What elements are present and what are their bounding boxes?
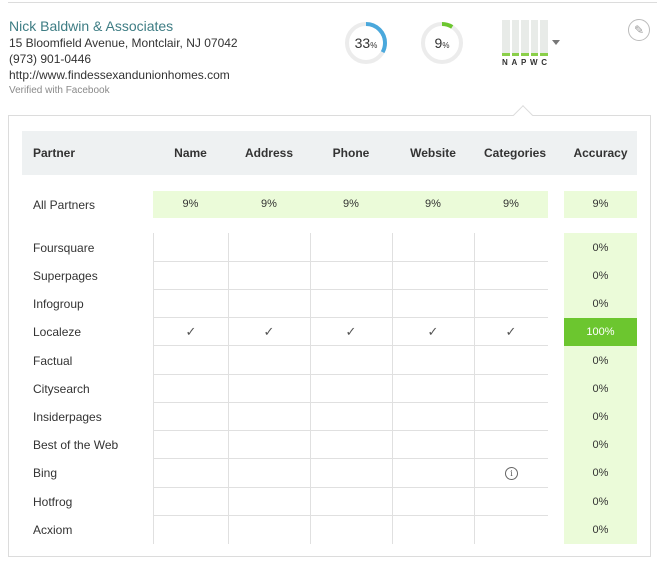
napwc-letters: N A P W C — [502, 58, 548, 67]
napwc-letter: W — [529, 58, 539, 67]
napwc-letter: P — [520, 58, 528, 67]
business-info: Nick Baldwin & Associates 15 Bloomfield … — [9, 17, 238, 98]
partner-factual: Factual — [33, 354, 73, 368]
grid-line — [474, 233, 475, 544]
partner-acxiom: Acxiom — [33, 523, 73, 537]
verified-label: Verified with Facebook — [9, 85, 110, 96]
grid-line — [392, 233, 393, 544]
accuracy-foursquare: 0% — [592, 242, 609, 254]
partner-localeze: Localeze — [33, 325, 82, 339]
all-partners-label: All Partners — [33, 198, 96, 212]
overall-score-ring: 33% — [344, 21, 388, 65]
grid-line — [310, 233, 311, 544]
business-name[interactable]: Nick Baldwin & Associates — [9, 17, 238, 35]
all-categories-value: 9% — [503, 198, 519, 210]
accuracy-insiderpages: 0% — [592, 411, 609, 423]
napwc-letter: A — [511, 58, 519, 67]
grid-line — [153, 289, 548, 290]
all-address-value: 9% — [261, 198, 277, 210]
partner-superpages: Superpages — [33, 269, 98, 283]
partner-hotfrog: Hotfrog — [33, 495, 73, 509]
grid-line — [153, 317, 548, 318]
header-website: Website — [410, 146, 456, 160]
grid-line — [228, 233, 229, 544]
grid-line — [153, 374, 548, 375]
partner-citysearch: Citysearch — [33, 382, 90, 396]
check-icon: ✓ — [427, 324, 439, 339]
partner-best-of-the-web: Best of the Web — [33, 438, 119, 452]
check-icon: ✓ — [505, 324, 517, 339]
grid-line — [153, 233, 154, 544]
accuracy-bing: 0% — [592, 467, 609, 479]
accuracy-citysearch: 0% — [592, 383, 609, 395]
all-accuracy-value: 9% — [592, 198, 609, 210]
grid-line — [153, 261, 548, 262]
accuracy-score-unit: % — [442, 40, 450, 50]
header-partner: Partner — [33, 146, 76, 160]
grid-line — [153, 402, 548, 403]
bar-chart-icon[interactable] — [502, 20, 548, 56]
pencil-icon[interactable]: ✎ — [628, 19, 650, 41]
napwc-letter: N — [502, 58, 509, 67]
all-website-value: 9% — [425, 198, 441, 210]
accuracy-best-of-the-web: 0% — [592, 439, 609, 451]
business-phone: (973) 901-0446 — [9, 52, 92, 66]
chevron-down-icon[interactable] — [552, 40, 560, 45]
napwc-letter: C — [541, 58, 548, 67]
grid-line — [153, 458, 548, 459]
info-icon[interactable]: i — [505, 467, 518, 480]
accuracy-acxiom: 0% — [592, 524, 609, 536]
grid-line — [153, 515, 548, 516]
accuracy-factual: 0% — [592, 355, 609, 367]
header-name: Name — [174, 146, 207, 160]
all-phone-value: 9% — [343, 198, 359, 210]
accuracy-score-ring: 9% — [420, 21, 464, 65]
partner-insiderpages: Insiderpages — [33, 410, 102, 424]
accuracy-infogroup: 0% — [592, 298, 609, 310]
accuracy-score-value: 9 — [434, 35, 443, 51]
grid-line — [153, 345, 548, 346]
check-icon: ✓ — [345, 324, 357, 339]
partner-bing: Bing — [33, 466, 58, 480]
all-name-value: 9% — [182, 198, 199, 210]
top-divider — [8, 2, 657, 3]
header-accuracy: Accuracy — [573, 146, 628, 160]
business-website[interactable]: http://www.findessexandunionhomes.com — [9, 67, 238, 83]
check-icon: ✓ — [263, 324, 275, 339]
overall-score-unit: % — [370, 40, 378, 50]
business-address: 15 Bloomfield Avenue, Montclair, NJ 0704… — [9, 36, 238, 50]
header-phone: Phone — [332, 146, 370, 160]
accuracy-hotfrog: 0% — [592, 496, 609, 508]
grid-line — [153, 430, 548, 431]
partner-panel — [8, 115, 651, 557]
partner-foursquare: Foursquare — [33, 241, 95, 255]
accuracy-localeze: 100% — [564, 318, 637, 346]
overall-score-value: 33 — [354, 35, 371, 51]
partner-infogroup: Infogroup — [33, 297, 84, 311]
check-icon: ✓ — [185, 324, 197, 339]
header-address: Address — [244, 146, 294, 160]
header-categories: Categories — [483, 146, 547, 160]
accuracy-superpages: 0% — [592, 270, 609, 282]
grid-line — [153, 487, 548, 488]
